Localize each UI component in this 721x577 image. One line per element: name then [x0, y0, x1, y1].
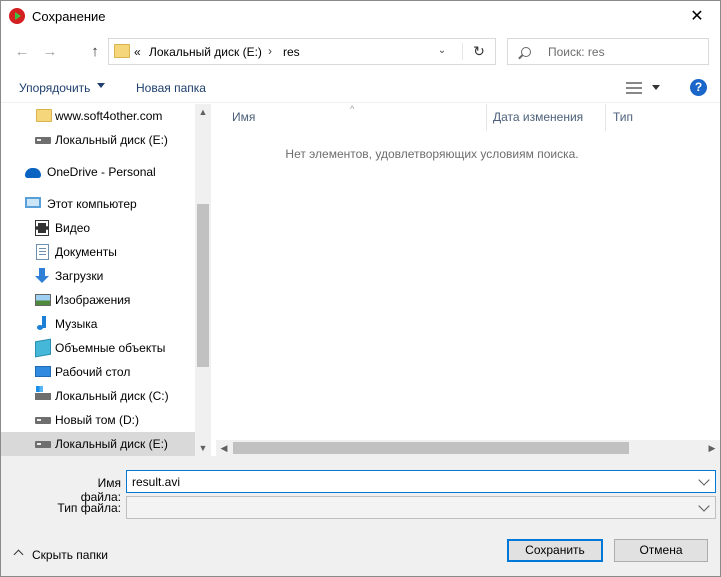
- drive-icon: [35, 417, 51, 424]
- chevron-up-icon: [13, 549, 24, 560]
- nav-item-label: Загрузки: [55, 269, 104, 283]
- cancel-button[interactable]: Отмена: [614, 539, 708, 562]
- back-arrow-icon[interactable]: ←: [12, 41, 32, 63]
- computer-icon: [25, 197, 41, 208]
- folder-icon: [114, 44, 130, 58]
- nav-item-label: Видео: [55, 221, 91, 235]
- nav-item-music[interactable]: Музыка: [1, 312, 195, 336]
- filetype-label: Тип файла:: [57, 501, 121, 515]
- drive-icon: [35, 137, 51, 144]
- breadcrumb-res[interactable]: res: [283, 45, 300, 59]
- nav-item-onedrive[interactable]: OneDrive - Personal: [1, 160, 195, 184]
- nav-item-label: Локальный диск (C:): [55, 389, 169, 403]
- nav-item-drive-d[interactable]: Новый том (D:): [1, 408, 195, 432]
- hide-folders-label: Скрыть папки: [32, 548, 108, 562]
- nav-item-label: Документы: [55, 245, 117, 259]
- column-divider[interactable]: [486, 104, 487, 131]
- nav-item-label: Новый том (D:): [55, 413, 139, 427]
- nav-item-label: Рабочий стол: [55, 365, 131, 379]
- nav-item-drive-c[interactable]: Локальный диск (C:): [1, 384, 195, 408]
- search-icon: [521, 47, 531, 57]
- nav-item-label: Этот компьютер: [47, 197, 137, 211]
- nav-item-drive-e[interactable]: Локальный диск (E:): [1, 432, 195, 456]
- music-icon: [34, 316, 50, 332]
- address-divider: [462, 43, 463, 60]
- new-folder-button[interactable]: Новая папка: [136, 81, 206, 95]
- drive-icon: [35, 441, 51, 448]
- nav-item-desktop[interactable]: Рабочий стол: [1, 360, 195, 384]
- app-icon: [9, 8, 25, 24]
- scroll-up-icon[interactable]: ▲: [195, 104, 211, 120]
- breadcrumb-drive-e[interactable]: Локальный диск (E:): [149, 45, 262, 59]
- scrollbar-thumb[interactable]: [197, 204, 209, 367]
- scroll-down-icon[interactable]: ▼: [195, 440, 211, 456]
- pictures-icon: [35, 294, 51, 306]
- navigation-pane: www.soft4other.com Локальный диск (E:) O…: [1, 104, 211, 456]
- view-options-icon[interactable]: [626, 81, 642, 95]
- onedrive-icon: [25, 168, 41, 178]
- nav-item-label: Объемные объекты: [55, 341, 166, 355]
- help-button[interactable]: ?: [690, 79, 707, 96]
- scroll-left-icon[interactable]: ◀: [216, 440, 232, 456]
- navigation-scrollbar[interactable]: ▲ ▼: [195, 104, 211, 456]
- nav-item-label: www.soft4other.com: [55, 109, 163, 123]
- column-divider[interactable]: [605, 104, 606, 131]
- empty-message: Нет элементов, удовлетворяющих условиям …: [285, 147, 579, 161]
- documents-icon: [36, 244, 49, 260]
- downloads-icon: [34, 268, 50, 284]
- title-bar: Сохранение ✕: [1, 1, 720, 32]
- up-arrow-icon[interactable]: ↑: [85, 41, 105, 63]
- nav-item-label: Локальный диск (E:): [55, 133, 168, 147]
- horizontal-scrollbar[interactable]: ◀ ▶: [216, 440, 720, 456]
- search-placeholder: Поиск: res: [548, 45, 605, 59]
- forward-arrow-icon[interactable]: →: [40, 41, 60, 63]
- column-header-type[interactable]: Тип: [613, 110, 633, 124]
- folder-icon: [36, 109, 52, 122]
- nav-item-label: Музыка: [55, 317, 98, 331]
- breadcrumb-overflow[interactable]: «: [134, 45, 141, 59]
- save-button[interactable]: Сохранить: [507, 539, 603, 562]
- chevron-down-icon[interactable]: [97, 83, 105, 88]
- chevron-down-icon[interactable]: [698, 500, 710, 512]
- address-dropdown-icon[interactable]: ⌄: [434, 43, 450, 59]
- chevron-down-icon[interactable]: [698, 474, 710, 486]
- video-icon: [35, 220, 49, 236]
- nav-item-label: Локальный диск (E:): [55, 437, 168, 451]
- breadcrumb-separator-icon[interactable]: ›: [268, 44, 272, 58]
- save-form: Имя файла: result.avi Тип файла: Скрыть …: [1, 456, 720, 576]
- column-header-date[interactable]: Дата изменения: [493, 110, 583, 124]
- view-dropdown-icon[interactable]: [652, 85, 660, 90]
- 3d-objects-icon: [35, 338, 51, 358]
- file-list[interactable]: ^ Имя Дата изменения Тип Нет элементов, …: [216, 104, 720, 456]
- scroll-right-icon[interactable]: ▶: [704, 440, 720, 456]
- nav-item-video[interactable]: Видео: [1, 216, 195, 240]
- save-dialog: Сохранение ✕ ← → ↑ « Локальный диск (E:)…: [0, 0, 721, 577]
- filename-field[interactable]: result.avi: [126, 470, 716, 493]
- system-drive-icon: [35, 386, 51, 400]
- nav-item-soft4other[interactable]: www.soft4other.com: [1, 104, 195, 128]
- column-header-name[interactable]: Имя: [232, 110, 255, 124]
- window-title: Сохранение: [32, 9, 106, 24]
- search-input[interactable]: Поиск: res: [507, 38, 709, 65]
- organize-button[interactable]: Упорядочить: [19, 81, 90, 95]
- desktop-icon: [35, 366, 51, 377]
- nav-item-drive-e-quick[interactable]: Локальный диск (E:): [1, 128, 195, 152]
- filename-value: result.avi: [132, 475, 181, 489]
- nav-item-3d-objects[interactable]: Объемные объекты: [1, 336, 195, 360]
- refresh-icon[interactable]: ↻: [470, 42, 488, 60]
- address-bar[interactable]: « Локальный диск (E:) › res ⌄ ↻: [108, 38, 496, 65]
- nav-item-pictures[interactable]: Изображения: [1, 288, 195, 312]
- scrollbar-thumb[interactable]: [233, 442, 629, 454]
- nav-item-downloads[interactable]: Загрузки: [1, 264, 195, 288]
- nav-item-this-pc[interactable]: Этот компьютер: [1, 192, 195, 216]
- close-button[interactable]: ✕: [674, 1, 720, 32]
- nav-item-documents[interactable]: Документы: [1, 240, 195, 264]
- filename-label: Имя файла:: [80, 476, 121, 504]
- sort-ascending-icon: ^: [350, 104, 355, 114]
- filetype-select[interactable]: [126, 496, 716, 519]
- nav-item-label: Изображения: [55, 293, 131, 307]
- nav-item-label: OneDrive - Personal: [47, 165, 156, 179]
- toolbar: Упорядочить Новая папка ?: [1, 73, 720, 103]
